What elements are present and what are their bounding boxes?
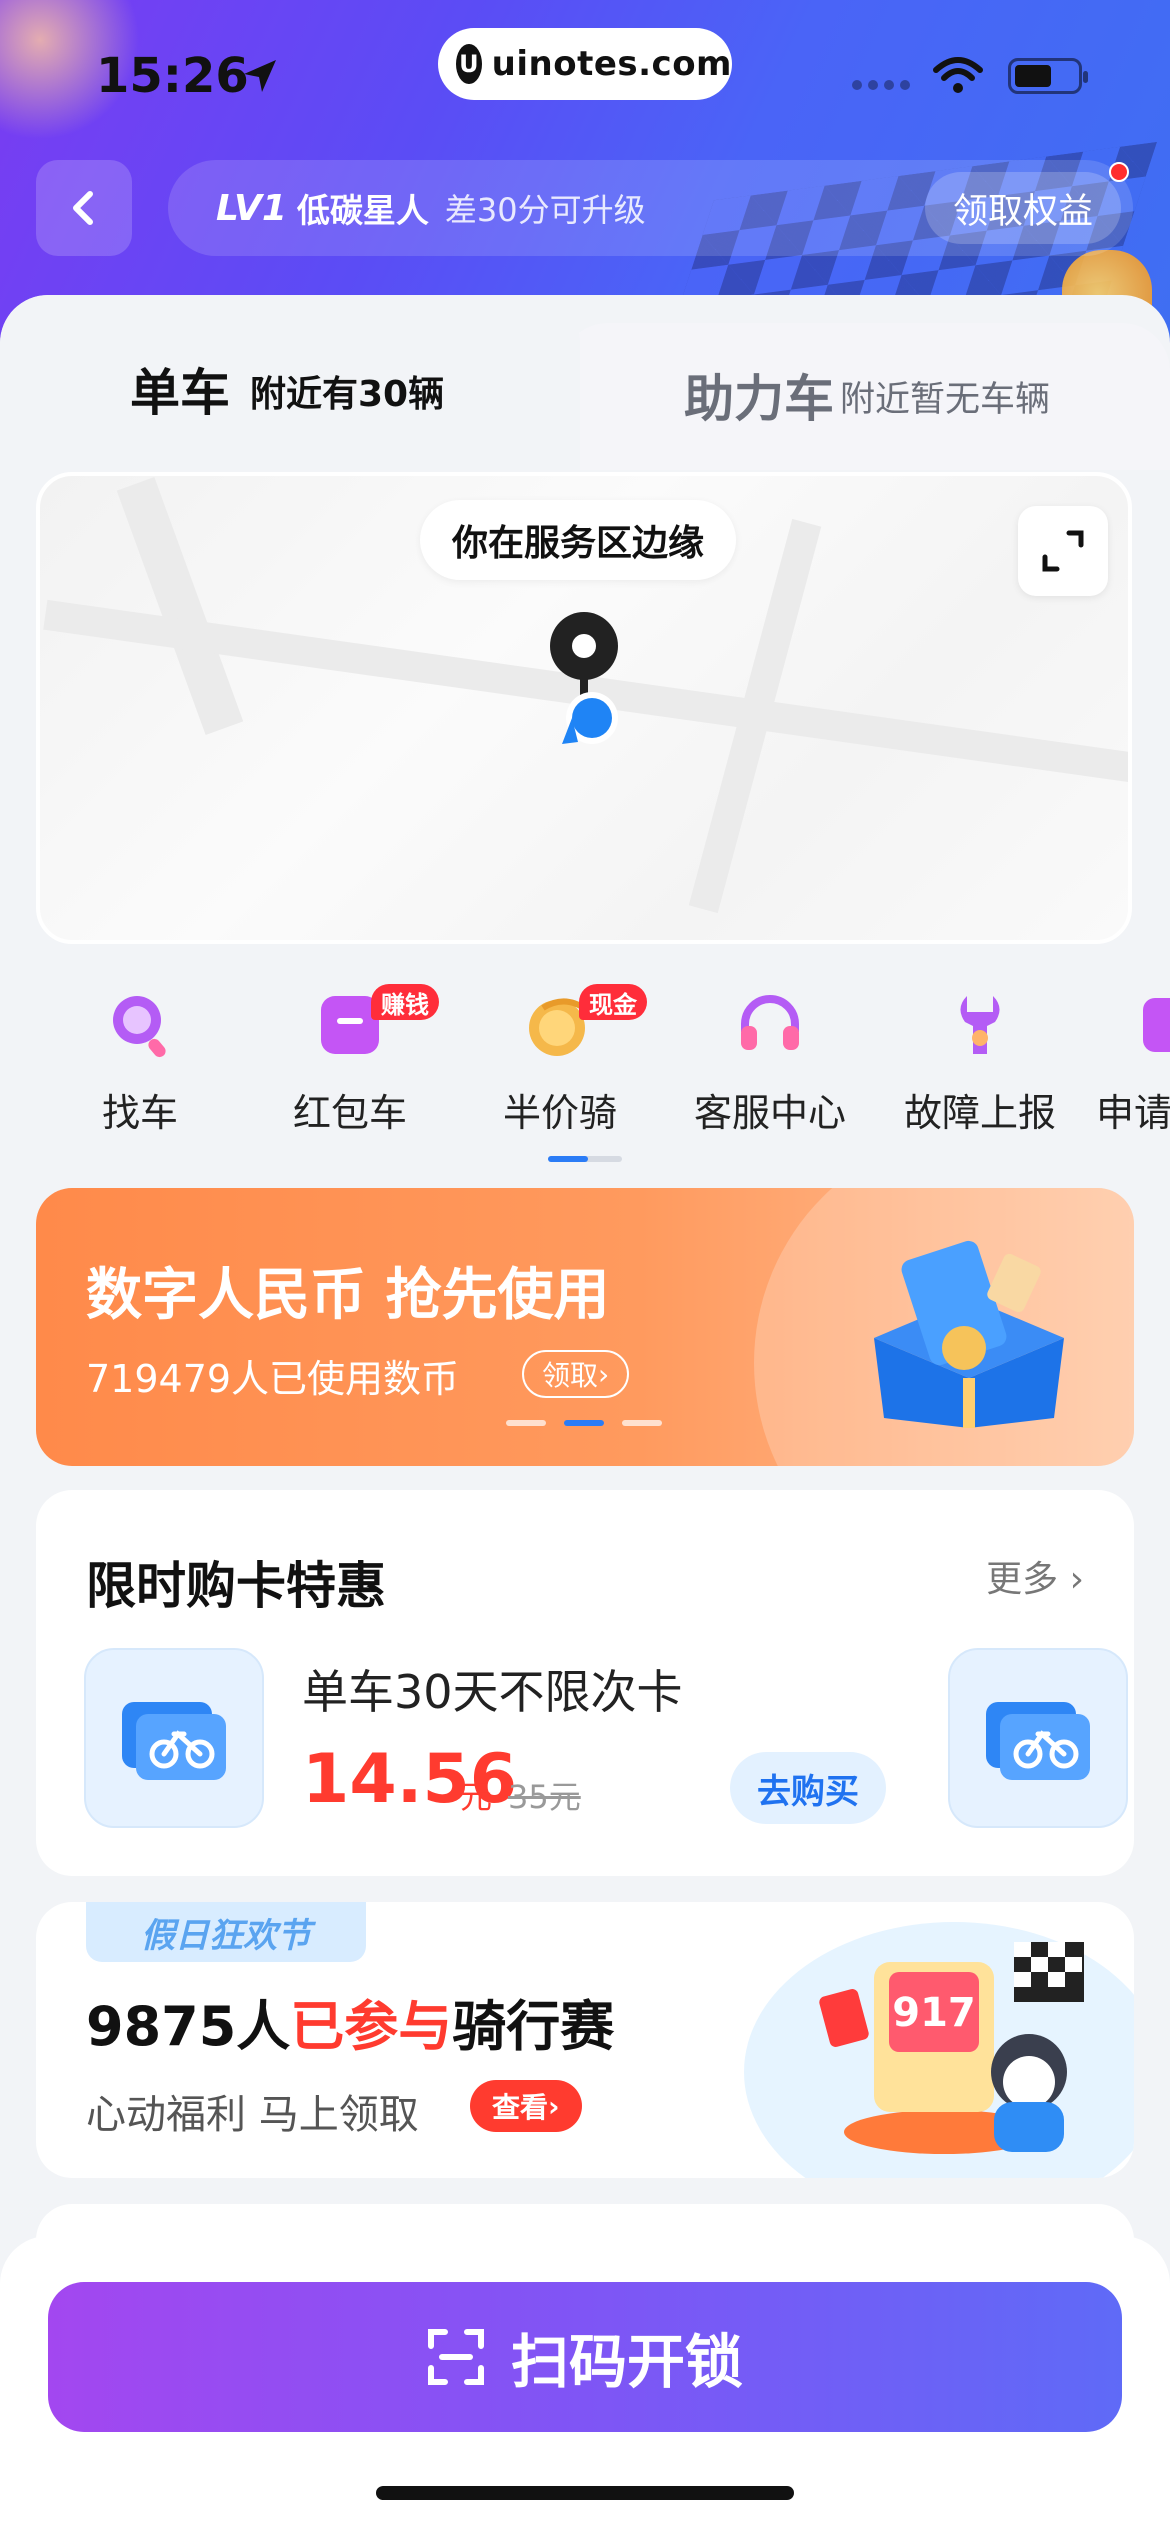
menu-scroll-indicator bbox=[548, 1156, 622, 1162]
menu-item-half-price[interactable]: 现金 半价骑 bbox=[460, 984, 660, 1135]
menu-label: 半价骑 bbox=[502, 1091, 617, 1135]
apply-icon bbox=[1143, 998, 1170, 1052]
promo-claim-button[interactable]: 领取 › bbox=[522, 1350, 630, 1398]
scan-unlock-label: 扫码开锁 bbox=[510, 2328, 743, 2396]
chevron-right-icon: › bbox=[548, 2089, 560, 2123]
location-pin-icon bbox=[550, 612, 618, 744]
bike-card-thumbnail[interactable] bbox=[948, 1648, 1128, 1828]
carousel-dots bbox=[506, 1420, 662, 1426]
contest-title-highlight: 已参与 bbox=[290, 1995, 453, 2058]
promo-banner[interactable]: 数字人民币 抢先使用 719479人已使用数币 领取 › bbox=[36, 1188, 1134, 1466]
cellular-signal-icon bbox=[852, 80, 910, 90]
offer-name: 单车30天不限次卡 bbox=[302, 1665, 683, 1719]
scan-icon bbox=[427, 2329, 484, 2385]
contest-tag: 假日狂欢节 bbox=[86, 1902, 366, 1962]
vehicle-tabs: 单车 附近有30辆 助力车 附近暂无车辆 bbox=[0, 295, 1170, 470]
card-offer-section: 限时购卡特惠 更多 › 单车30天不限次卡 14.56 元 35元 去购买 bbox=[36, 1490, 1134, 1876]
menu-badge: 现金 bbox=[579, 984, 647, 1020]
brand-pill: U uinotes.com bbox=[438, 28, 732, 100]
level-upgrade-hint: 差30分可升级 bbox=[444, 191, 646, 229]
gift-box-icon bbox=[874, 1240, 1064, 1428]
contest-title: 9875人已参与骑行赛 bbox=[86, 1982, 614, 2061]
promo-claim-label: 领取 bbox=[542, 1359, 599, 1392]
bottom-action-bar: 扫码开锁 bbox=[0, 2236, 1170, 2532]
level-badge: LV1 bbox=[216, 187, 287, 229]
menu-item-customer-service[interactable]: 客服中心 bbox=[670, 990, 870, 1135]
contest-art-amount: 917 bbox=[892, 1990, 976, 2036]
menu-label: 客服中心 bbox=[693, 1091, 846, 1135]
menu-item-apply[interactable]: 申请 bbox=[1070, 990, 1170, 1135]
tab-ebike-title: 助力车 bbox=[684, 370, 834, 428]
tab-bike-count: 附近有30辆 bbox=[250, 374, 445, 415]
promo-title: 数字人民币 抢先使用 bbox=[86, 1263, 610, 1328]
menu-badge: 赚钱 bbox=[371, 984, 439, 1020]
brand-text: uinotes.com bbox=[491, 44, 732, 84]
wifi-icon bbox=[933, 57, 983, 93]
battery-icon bbox=[1008, 58, 1088, 94]
brand-logo-icon: U bbox=[456, 44, 482, 84]
tab-ebike-count: 附近暂无车辆 bbox=[840, 380, 1051, 420]
claim-benefits-button[interactable]: 领取权益 bbox=[924, 172, 1121, 244]
chevron-right-icon: › bbox=[598, 1357, 610, 1391]
menu-item-find-bike[interactable]: 找车 bbox=[40, 990, 240, 1135]
contest-title-prefix: 9875人 bbox=[86, 1995, 291, 2058]
menu-item-report-fault[interactable]: 故障上报 bbox=[880, 990, 1080, 1135]
tab-bike-title: 单车 bbox=[130, 364, 230, 422]
back-button[interactable] bbox=[36, 160, 132, 256]
location-arrow-icon bbox=[244, 60, 276, 92]
menu-label: 红包车 bbox=[292, 1091, 407, 1135]
bike-card-thumbnail[interactable] bbox=[84, 1648, 264, 1828]
claim-benefits-label: 领取权益 bbox=[952, 191, 1093, 232]
headset-icon bbox=[741, 995, 799, 1050]
menu-label: 故障上报 bbox=[903, 1091, 1056, 1135]
map-expand-button[interactable] bbox=[1018, 506, 1108, 596]
promo-subtitle: 719479人已使用数币 bbox=[86, 1357, 460, 1401]
offer-section-title: 限时购卡特惠 bbox=[86, 1557, 386, 1615]
bike-card-icon bbox=[122, 1702, 226, 1780]
contest-title-suffix: 骑行赛 bbox=[452, 1995, 615, 2058]
offer-more-link[interactable]: 更多 › bbox=[986, 1550, 1084, 1602]
map-view[interactable]: 你在服务区边缘 bbox=[36, 472, 1132, 944]
menu-item-red-envelope[interactable]: 赚钱 红包车 bbox=[250, 984, 450, 1135]
status-time: 15:26 bbox=[96, 48, 249, 104]
contest-view-label: 查看 bbox=[492, 2091, 549, 2124]
offer-price-unit: 元 bbox=[460, 1778, 493, 1816]
ride-contest-banner[interactable]: 假日狂欢节 9875人已参与骑行赛 心动福利 马上领取 查看 › 917 bbox=[36, 1902, 1134, 2178]
quick-menu: 找车 赚钱 红包车 现金 半价骑 客服中心 故障上报 申请 bbox=[0, 984, 1170, 1135]
menu-label: 申请 bbox=[1096, 1091, 1170, 1135]
buy-button[interactable]: 去购买 bbox=[730, 1752, 886, 1824]
level-bar[interactable]: LV1 低碳星人 差30分可升级 领取权益 bbox=[168, 160, 1133, 256]
menu-label: 找车 bbox=[101, 1091, 178, 1135]
notification-dot bbox=[1109, 162, 1129, 182]
contest-subtitle: 心动福利 马上领取 bbox=[86, 2092, 419, 2138]
search-icon bbox=[113, 996, 166, 1058]
contest-view-button[interactable]: 查看 › bbox=[470, 2080, 582, 2132]
chevron-left-icon bbox=[73, 191, 93, 225]
scan-unlock-button[interactable]: 扫码开锁 bbox=[48, 2282, 1122, 2432]
map-road bbox=[116, 476, 244, 736]
wrench-icon bbox=[960, 996, 1000, 1054]
home-indicator bbox=[376, 2486, 794, 2500]
red-envelope-mascot-illustration: 917 bbox=[819, 1942, 1084, 2154]
chevron-right-icon: › bbox=[1069, 1559, 1084, 1600]
expand-icon bbox=[1042, 530, 1084, 572]
offer-more-label: 更多 bbox=[986, 1559, 1059, 1600]
bike-card-icon bbox=[986, 1702, 1090, 1780]
status-bar: 15:26 U uinotes.com bbox=[0, 0, 1170, 150]
service-zone-label: 你在服务区边缘 bbox=[420, 500, 737, 580]
offer-original-price: 35元 bbox=[508, 1778, 581, 1816]
level-name: 低碳星人 bbox=[296, 191, 429, 230]
